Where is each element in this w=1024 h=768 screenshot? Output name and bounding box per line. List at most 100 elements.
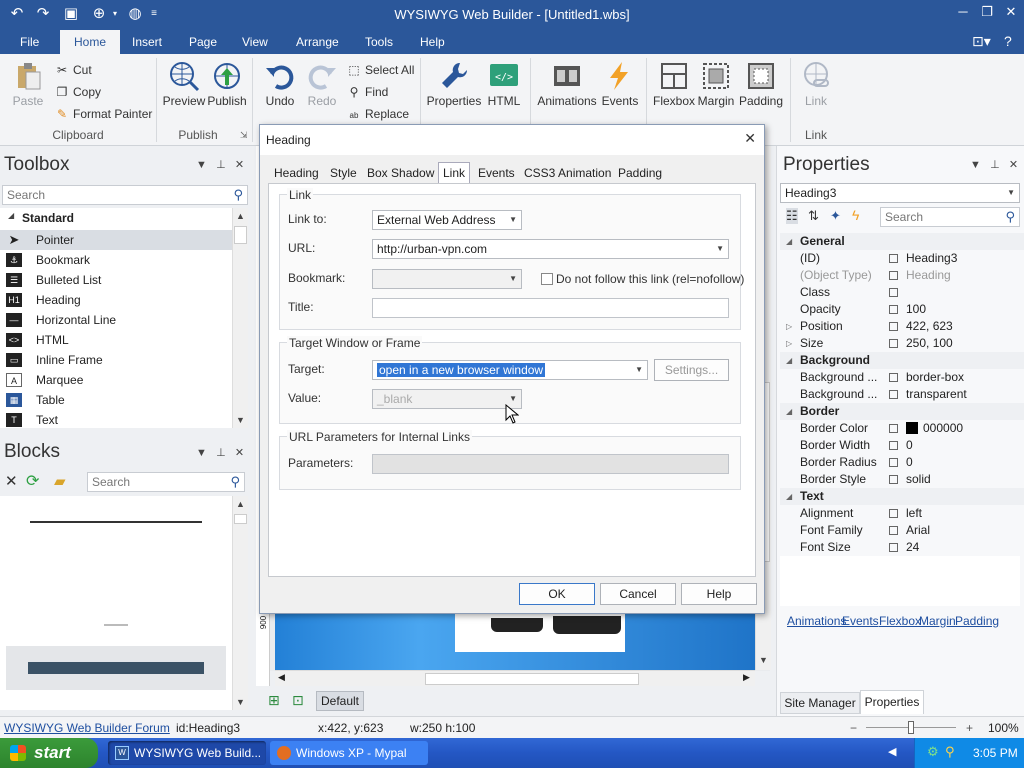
toolbox-category[interactable]: Standard	[0, 208, 74, 228]
properties-search-input[interactable]: Search ⚲	[880, 207, 1020, 227]
settings-button[interactable]: Settings...	[654, 359, 729, 381]
url-input[interactable]: http://urban-vpn.com ▼	[372, 239, 729, 259]
property-reset-box[interactable]	[889, 509, 898, 518]
toolbox-item-text[interactable]: T Text	[0, 410, 232, 428]
toolbox-item-pointer[interactable]: ➤ Pointer	[0, 230, 232, 250]
undo-button[interactable]: Undo	[260, 60, 300, 108]
target-value-select[interactable]: _blank ▼	[372, 389, 522, 409]
link-margin[interactable]: Margin	[919, 614, 956, 628]
blocks-scrollbar[interactable]: ▲ ▼	[232, 496, 248, 710]
taskbar-item-wysiwyg[interactable]: W WYSIWYG Web Build...	[108, 741, 266, 765]
scroll-thumb[interactable]	[425, 673, 639, 685]
toolbox-item-bulleted-list[interactable]: ☰ Bulleted List	[0, 270, 232, 290]
chevron-down-icon[interactable]: ▼	[970, 159, 981, 171]
margin-button[interactable]: Margin	[696, 60, 736, 108]
tab-padding[interactable]: Padding	[614, 163, 666, 183]
link-flexbox[interactable]: Flexbox	[879, 614, 921, 628]
minimize-icon[interactable]: ─	[952, 4, 974, 19]
publish-button[interactable]: Publish	[206, 60, 248, 108]
canvas-white-object[interactable]	[455, 612, 625, 652]
toolbox-item-html[interactable]: <> HTML	[0, 330, 232, 350]
cancel-button[interactable]: Cancel	[600, 583, 676, 605]
property-reset-box[interactable]	[889, 424, 898, 433]
link-to-select[interactable]: External Web Address ▼	[372, 210, 522, 230]
ok-button[interactable]: OK	[519, 583, 595, 605]
property-reset-box[interactable]	[889, 526, 898, 535]
restore-icon[interactable]: ❐	[976, 4, 998, 20]
property-value[interactable]: 0	[906, 454, 913, 471]
properties-button[interactable]: Properties	[426, 60, 482, 108]
property-value[interactable]: solid	[906, 471, 931, 488]
pin-icon[interactable]: ⊥	[216, 159, 226, 171]
property-row[interactable]: Background ... transparent	[780, 386, 1024, 403]
scroll-down-icon[interactable]: ▼	[756, 652, 771, 668]
tab-view[interactable]: View	[228, 30, 282, 54]
property-row[interactable]: Class	[780, 284, 1024, 301]
bookmark-select[interactable]: ▼	[372, 269, 522, 289]
nofollow-checkbox[interactable]	[541, 273, 553, 285]
close-icon[interactable]: ✕	[235, 159, 244, 171]
toolbox-scrollbar[interactable]: ▲ ▼	[232, 208, 248, 428]
refresh-icon[interactable]: ⟳	[26, 471, 39, 491]
pin-icon[interactable]: ⊥	[216, 447, 226, 459]
property-reset-box[interactable]	[889, 271, 898, 280]
zoom-out-button[interactable]: −	[850, 721, 857, 735]
page-tab-default[interactable]: Default	[316, 691, 364, 711]
property-row[interactable]: (Object Type) Heading	[780, 267, 1024, 284]
scroll-up-icon[interactable]: ▲	[233, 496, 248, 512]
scroll-down-icon[interactable]: ▼	[233, 694, 248, 710]
wrench-icon[interactable]: ✦	[830, 208, 841, 224]
property-reset-box[interactable]	[889, 288, 898, 297]
redo-button[interactable]: Redo	[302, 60, 342, 108]
canvas-horizontal-scrollbar[interactable]: ◀ ▶	[275, 670, 755, 686]
lightning-icon[interactable]: ϟ	[852, 207, 859, 223]
tab-heading[interactable]: Heading	[270, 163, 323, 183]
tab-css3-animation[interactable]: CSS3 Animation	[520, 163, 615, 183]
zoom-slider-thumb[interactable]	[908, 721, 914, 734]
property-value[interactable]: left	[906, 505, 922, 522]
folder-icon[interactable]: ▰	[54, 472, 66, 490]
forum-link[interactable]: WYSIWYG Web Builder Forum	[4, 721, 170, 735]
tab-properties[interactable]: Properties	[860, 690, 924, 714]
tab-site-manager[interactable]: Site Manager	[780, 692, 860, 714]
dialog-launcher-icon[interactable]: ⇲	[240, 130, 248, 141]
close-icon[interactable]: ✕	[744, 130, 756, 147]
property-row[interactable]: (ID) Heading3	[780, 250, 1024, 267]
property-category[interactable]: ◢ Text	[780, 488, 1024, 505]
toolbox-item-table[interactable]: ▦ Table	[0, 390, 232, 410]
tab-link[interactable]: Link	[438, 162, 471, 184]
sort-az-icon[interactable]: ⇅	[808, 208, 819, 224]
tab-file[interactable]: File	[6, 30, 53, 54]
link-padding[interactable]: Padding	[955, 614, 999, 628]
tab-page[interactable]: Page	[175, 30, 231, 54]
help-button[interactable]: Help	[681, 583, 757, 605]
property-reset-box[interactable]	[889, 322, 898, 331]
preview-button[interactable]: Preview	[162, 60, 206, 108]
property-reset-box[interactable]	[889, 339, 898, 348]
property-reset-box[interactable]	[889, 373, 898, 382]
scroll-up-icon[interactable]: ▲	[233, 208, 248, 224]
property-reset-box[interactable]	[889, 441, 898, 450]
tab-insert[interactable]: Insert	[118, 30, 176, 54]
parameters-input[interactable]	[372, 454, 729, 474]
network-icon[interactable]: ⚙	[927, 744, 939, 760]
property-row[interactable]: Border Style solid	[780, 471, 1024, 488]
block-preview-card[interactable]	[6, 646, 226, 690]
taskbar-item-mypal[interactable]: Windows XP - Mypal	[270, 741, 428, 765]
property-row[interactable]: Border Color 000000	[780, 420, 1024, 437]
property-value[interactable]: 250, 100	[906, 335, 953, 352]
toolbox-item-horizontal-line[interactable]: ― Horizontal Line	[0, 310, 232, 330]
paste-button[interactable]: Paste	[8, 60, 48, 108]
events-button[interactable]: Events	[600, 60, 640, 108]
expand-triangle-icon[interactable]: ▷	[786, 335, 792, 352]
scroll-thumb[interactable]	[234, 226, 247, 244]
property-value[interactable]: 0	[906, 437, 913, 454]
property-value[interactable]: Heading	[906, 267, 951, 284]
add-page-icon[interactable]: ⊞	[268, 692, 280, 709]
link-button[interactable]: Link	[796, 60, 836, 108]
expand-triangle-icon[interactable]: ▷	[786, 318, 792, 335]
chevron-down-icon[interactable]: ▼	[196, 447, 207, 459]
scroll-down-icon[interactable]: ▼	[233, 412, 248, 428]
property-value[interactable]: 422, 623	[906, 318, 953, 335]
help-icon[interactable]: ?	[1004, 33, 1012, 49]
